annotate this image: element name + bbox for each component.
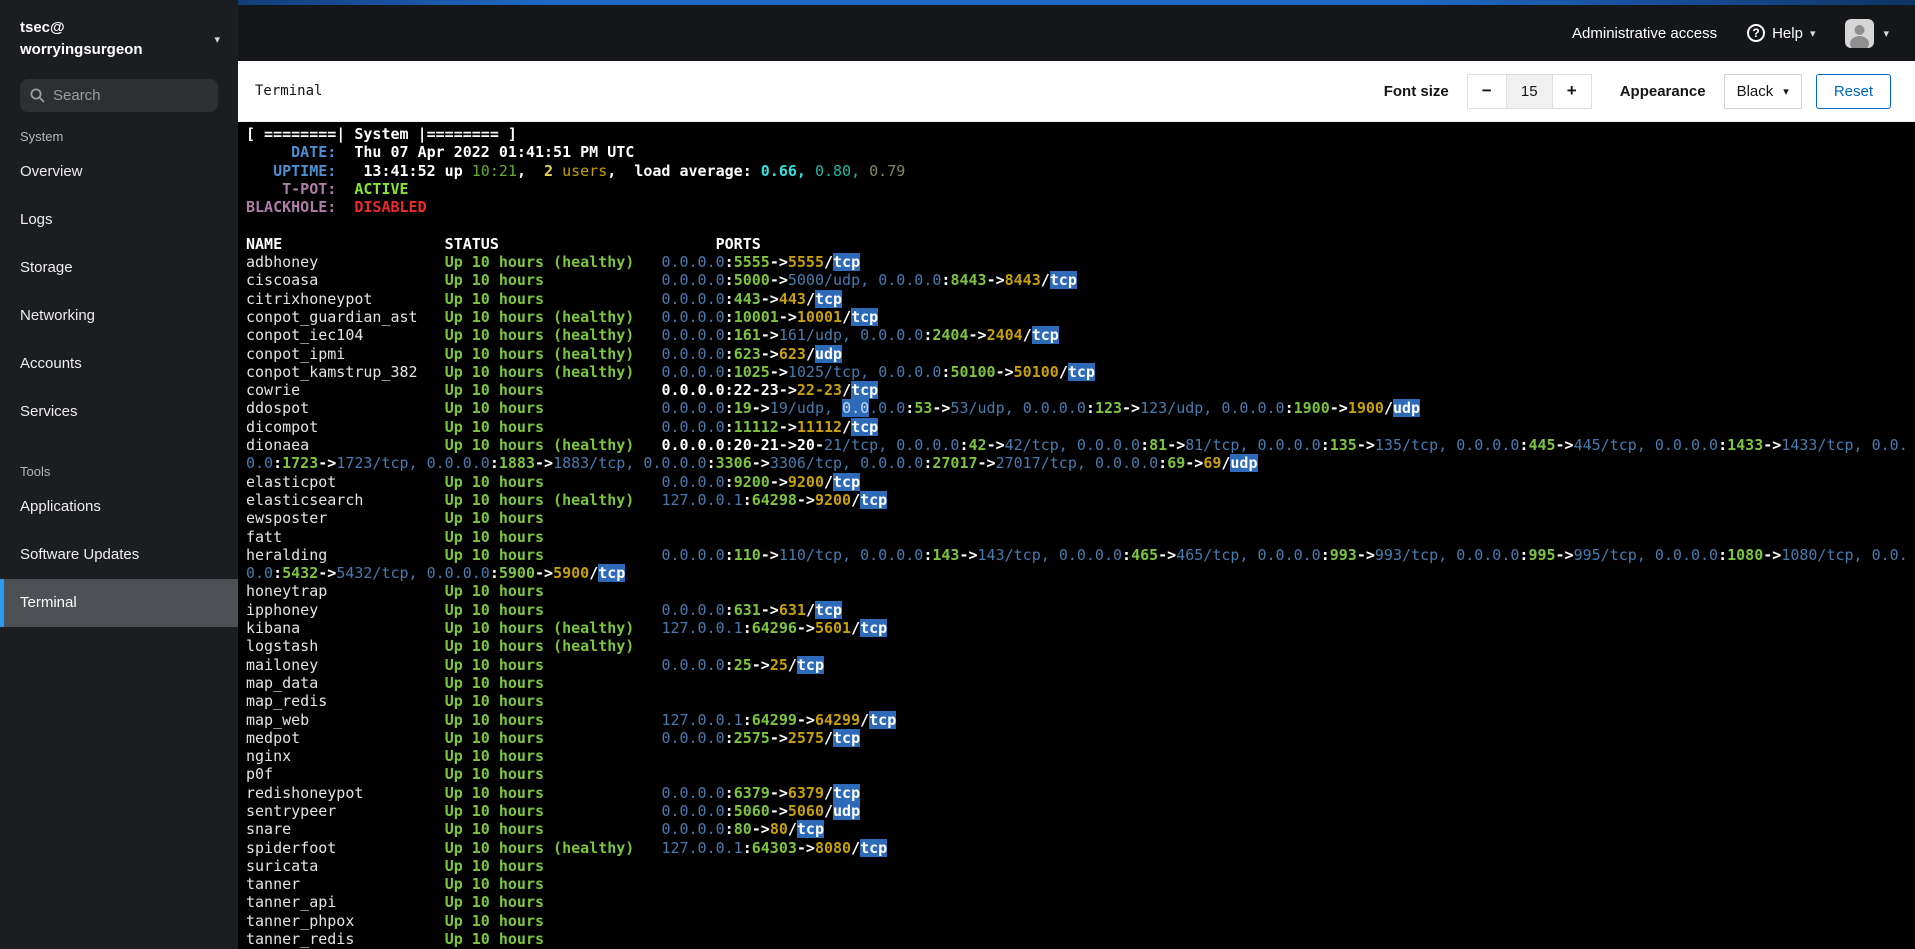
system-nav: Overview Logs Storage Networking Account…: [0, 148, 238, 436]
terminal-line: elasticsearch Up 10 hours (healthy) 127.…: [246, 490, 888, 509]
terminal-line: elasticpot Up 10 hours 0.0.0.0:9200->920…: [246, 472, 861, 491]
terminal-line: map_web Up 10 hours 127.0.0.1:64299->642…: [246, 710, 897, 729]
help-label: Help: [1772, 24, 1803, 42]
terminal-line: conpot_guardian_ast Up 10 hours (healthy…: [246, 307, 879, 326]
sidebar-item-software-updates[interactable]: Software Updates: [0, 531, 238, 579]
host-name: worryingsurgeon: [20, 41, 143, 58]
terminal-line: sentrypeer Up 10 hours 0.0.0.0:5060->506…: [246, 801, 861, 820]
administrative-access-button[interactable]: Administrative access: [1572, 25, 1717, 42]
user-name: tsec@: [20, 19, 65, 36]
terminal-line: map_redis Up 10 hours: [246, 692, 662, 711]
page-title: Terminal: [255, 83, 323, 99]
terminal-line: spiderfoot Up 10 hours (healthy) 127.0.0…: [246, 838, 888, 857]
appearance-value: Black: [1736, 82, 1774, 100]
font-size-value: 15: [1506, 73, 1552, 109]
terminal[interactable]: [ ========| System |======== ] DATE: Thu…: [238, 122, 1915, 949]
appearance-select[interactable]: Black ▾: [1723, 73, 1802, 109]
sidebar-item-logs[interactable]: Logs: [0, 196, 238, 244]
search-input[interactable]: [53, 87, 208, 104]
terminal-line: conpot_kamstrup_382 Up 10 hours (healthy…: [246, 362, 1095, 381]
sidebar-item-accounts[interactable]: Accounts: [0, 340, 238, 388]
terminal-line: UPTIME: 13:41:52 up 10:21, 2 users, load…: [273, 161, 906, 180]
terminal-line: citrixhoneypot Up 10 hours 0.0.0.0:443->…: [246, 289, 843, 308]
sidebar-item-networking[interactable]: Networking: [0, 292, 238, 340]
terminal-line: [ ========| System |======== ]: [246, 125, 517, 143]
terminal-line: conpot_ipmi Up 10 hours (healthy) 0.0.0.…: [246, 344, 843, 363]
help-menu[interactable]: ? Help ▾: [1747, 24, 1815, 42]
terminal-line: medpot Up 10 hours 0.0.0.0:2575->2575/tc…: [246, 728, 861, 747]
session-menu[interactable]: ▾: [1845, 18, 1889, 48]
section-label-tools: Tools: [20, 464, 51, 479]
terminal-line: tanner Up 10 hours: [246, 875, 662, 894]
terminal-line: mailoney Up 10 hours 0.0.0.0:25->25/tcp: [246, 655, 824, 674]
search-icon: [30, 88, 45, 103]
tools-nav: Applications Software Updates Terminal: [0, 483, 238, 627]
section-label-system: System: [20, 129, 64, 144]
font-size-label: Font size: [1383, 82, 1449, 100]
sidebar-item-terminal[interactable]: Terminal: [0, 579, 238, 627]
chevron-down-icon: ▾: [214, 33, 220, 46]
terminal-line: logstash Up 10 hours (healthy): [246, 637, 662, 656]
terminal-line: NAME STATUS PORTS: [246, 234, 761, 253]
sidebar-item-applications[interactable]: Applications: [0, 483, 238, 531]
terminal-line: adbhoney Up 10 hours (healthy) 0.0.0.0:5…: [246, 253, 861, 272]
terminal-line: DATE: Thu 07 Apr 2022 01:41:51 PM UTC: [291, 143, 635, 162]
terminal-line: p0f Up 10 hours: [246, 765, 662, 784]
terminal-line: fatt Up 10 hours: [246, 527, 662, 546]
masthead: Administrative access ? Help ▾ ▾: [238, 0, 1915, 61]
question-icon: ?: [1747, 24, 1766, 42]
chevron-down-icon: ▾: [1883, 27, 1889, 40]
terminal-line: heralding Up 10 hours 0.0.0.0:110->110/t…: [246, 545, 1908, 564]
reset-button[interactable]: Reset: [1815, 73, 1891, 109]
accent-strip: [238, 0, 1915, 5]
terminal-line: tanner_phpox Up 10 hours: [246, 911, 662, 930]
terminal-line: ewsposter Up 10 hours: [246, 509, 662, 528]
sidebar-item-services[interactable]: Services: [0, 388, 238, 436]
terminal-line: tanner_redis Up 10 hours: [246, 930, 662, 949]
font-size-stepper: − 15 +: [1466, 73, 1592, 109]
terminal-line: tanner_api Up 10 hours: [246, 893, 662, 912]
cockpit-app: tsec@ worryingsurgeon ▾ System Overview …: [0, 0, 1915, 949]
terminal-line: ddospot Up 10 hours 0.0.0.0:19->19/udp, …: [246, 399, 1421, 418]
terminal-line: BLACKHOLE: DISABLED: [246, 198, 427, 217]
terminal-line: honeytrap Up 10 hours: [246, 582, 662, 601]
chevron-down-icon: ▾: [1783, 85, 1789, 98]
terminal-line: ciscoasa Up 10 hours 0.0.0.0:5000->5000/…: [246, 271, 1077, 290]
terminal-line: 0.0:1723->1723/tcp, 0.0.0.0:1883->1883/t…: [246, 454, 1258, 473]
chevron-down-icon: ▾: [1809, 27, 1816, 40]
sidebar-item-overview[interactable]: Overview: [0, 148, 238, 196]
font-size-decrease-button[interactable]: −: [1466, 73, 1507, 109]
terminal-line: conpot_iec104 Up 10 hours (healthy) 0.0.…: [246, 326, 1059, 345]
terminal-line: dicompot Up 10 hours 0.0.0.0:11112->1111…: [246, 417, 879, 436]
font-size-increase-button[interactable]: +: [1551, 73, 1592, 109]
terminal-line: map_data Up 10 hours: [246, 673, 662, 692]
terminal-line: 0.0:5432->5432/tcp, 0.0.0.0:5900->5900/t…: [246, 564, 626, 583]
sidebar-item-storage[interactable]: Storage: [0, 244, 238, 292]
terminal-line: snare Up 10 hours 0.0.0.0:80->80/tcp: [246, 820, 824, 839]
user-host-menu[interactable]: tsec@ worryingsurgeon ▾: [0, 0, 238, 75]
terminal-output: [ ========| System |======== ] DATE: Thu…: [246, 125, 1915, 948]
appearance-label: Appearance: [1619, 82, 1706, 100]
terminal-line: cowrie Up 10 hours 0.0.0.0:22-23->22-23/…: [246, 381, 879, 400]
sidebar: tsec@ worryingsurgeon ▾ System Overview …: [0, 0, 238, 949]
terminal-line: redishoneypot Up 10 hours 0.0.0.0:6379->…: [246, 783, 861, 802]
terminal-line: nginx Up 10 hours: [246, 747, 662, 766]
terminal-line: kibana Up 10 hours (healthy) 127.0.0.1:6…: [246, 619, 888, 638]
terminal-toolbar: Terminal Font size − 15 + Appearance Bla…: [238, 61, 1915, 122]
search-box: [20, 79, 218, 112]
terminal-line: dionaea Up 10 hours (healthy) 0.0.0.0:20…: [246, 436, 1908, 455]
terminal-line: suricata Up 10 hours: [246, 856, 662, 875]
avatar: [1845, 18, 1875, 48]
terminal-line: ipphoney Up 10 hours 0.0.0.0:631->631/tc…: [246, 600, 843, 619]
terminal-line: T-POT: ACTIVE: [282, 179, 409, 198]
